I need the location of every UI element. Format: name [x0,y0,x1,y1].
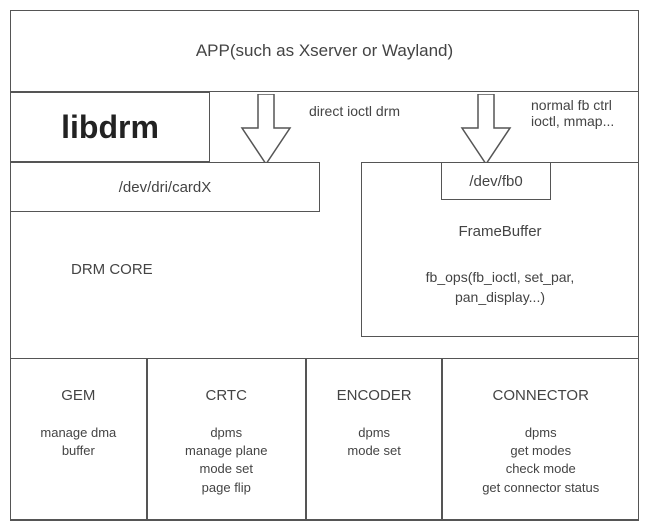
encoder-title: ENCODER [307,387,442,404]
fb-ops-line1: fb_ops(fb_ioctl, set_par, [362,268,638,288]
arrow-down-icon [236,94,296,170]
connector-d1: dpms [443,424,638,442]
dev-fb0-label: /dev/fb0 [469,173,522,190]
libdrm-box: libdrm [10,92,210,162]
bottom-row: GEM manage dma buffer CRTC dpms manage p… [10,358,639,521]
crtc-d4: page flip [148,479,305,497]
gem-detail: manage dma buffer [11,424,146,460]
gem-d2: buffer [11,442,146,460]
gem-d1: manage dma [11,424,146,442]
encoder-d2: mode set [307,442,442,460]
dev-dri-box: /dev/dri/cardX [10,162,320,212]
app-label: APP(such as Xserver or Wayland) [196,41,453,61]
arrow-direct-label: direct ioctl drm [309,103,400,119]
dev-dri-label: /dev/dri/cardX [119,179,212,196]
encoder-d1: dpms [307,424,442,442]
crtc-d1: dpms [148,424,305,442]
arrow-normal-label: normal fb ctrl ioctl, mmap... [531,97,614,129]
gem-title: GEM [11,387,146,404]
encoder-detail: dpms mode set [307,424,442,460]
framebuffer-ops: fb_ops(fb_ioctl, set_par, pan_display...… [362,268,638,307]
crtc-d3: mode set [148,460,305,478]
connector-d3: check mode [443,460,638,478]
connector-d2: get modes [443,442,638,460]
crtc-detail: dpms manage plane mode set page flip [148,424,305,497]
drm-core-label: DRM CORE [71,261,153,278]
framebuffer-title: FrameBuffer [362,223,638,240]
encoder-box: ENCODER dpms mode set [306,358,443,521]
crtc-box: CRTC dpms manage plane mode set page fli… [147,358,306,521]
connector-title: CONNECTOR [443,387,638,404]
crtc-title: CRTC [148,387,305,404]
dev-fb0-box: /dev/fb0 [441,162,551,200]
arrow-down-icon [456,94,516,170]
connector-d4: get connector status [443,479,638,497]
libdrm-label: libdrm [61,109,159,146]
fb-ops-line2: pan_display...) [362,288,638,308]
app-box: APP(such as Xserver or Wayland) [10,10,639,92]
connector-box: CONNECTOR dpms get modes check mode get … [442,358,639,521]
gem-box: GEM manage dma buffer [10,358,147,521]
drm-architecture-diagram: APP(such as Xserver or Wayland) libdrm d… [10,10,639,520]
crtc-d2: manage plane [148,442,305,460]
connector-detail: dpms get modes check mode get connector … [443,424,638,497]
